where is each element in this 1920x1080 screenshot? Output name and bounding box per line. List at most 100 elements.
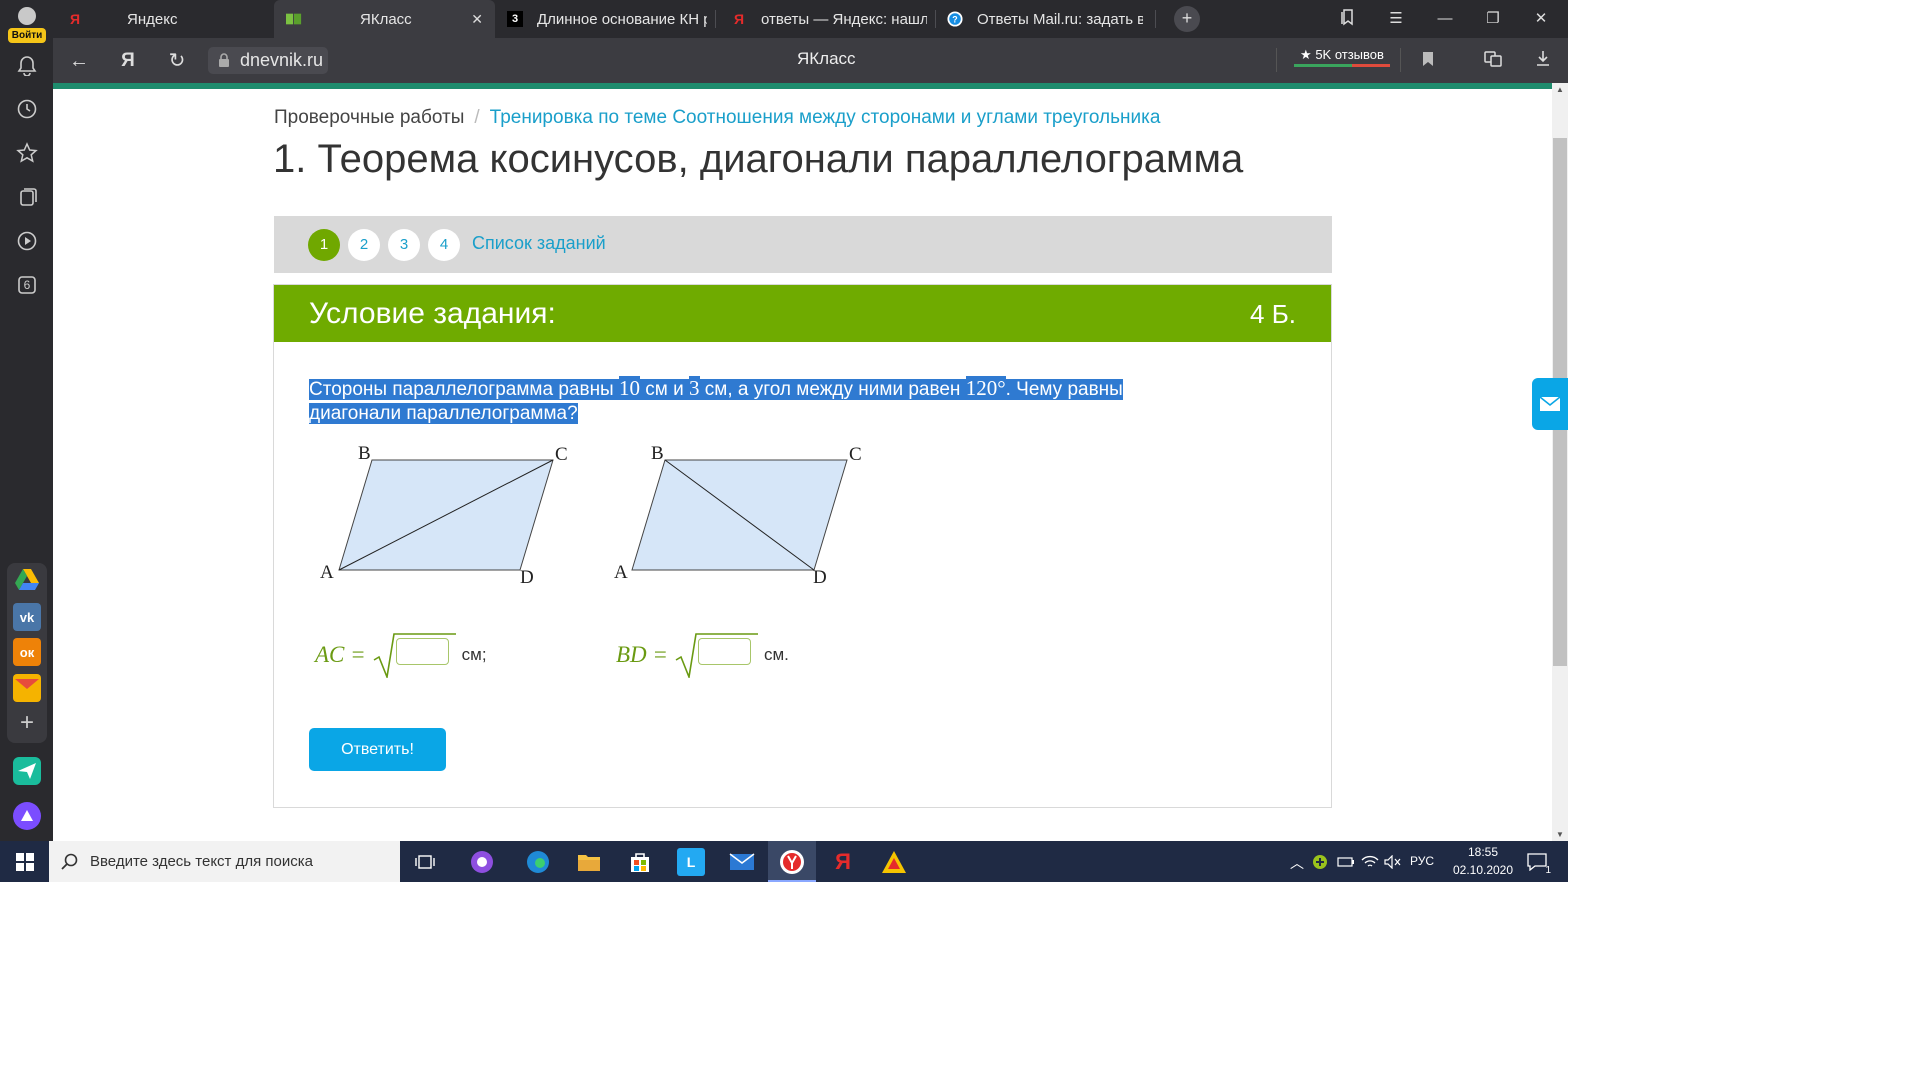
windows-start-icon[interactable] bbox=[11, 848, 39, 876]
vertex-label: A bbox=[614, 562, 628, 583]
tray-chevron-icon[interactable]: ︿ bbox=[1290, 853, 1304, 873]
scroll-up-icon[interactable]: ▲ bbox=[1555, 85, 1565, 94]
edge-icon[interactable] bbox=[524, 848, 552, 876]
bookmark-icon[interactable] bbox=[1416, 49, 1440, 73]
vk-icon[interactable]: vk bbox=[13, 603, 41, 631]
submit-answer-button[interactable]: Ответить! bbox=[309, 728, 446, 771]
taskbar-search[interactable]: Введите здесь текст для поиска bbox=[49, 841, 400, 882]
close-window-icon[interactable]: ✕ bbox=[1529, 8, 1553, 30]
step-2[interactable]: 2 bbox=[348, 229, 380, 261]
minimize-icon[interactable]: — bbox=[1433, 8, 1457, 30]
clock-date[interactable]: 02.10.2020 bbox=[1448, 863, 1518, 877]
answer-lhs: AC = bbox=[315, 642, 366, 667]
reload-icon[interactable]: ↻ bbox=[165, 49, 189, 73]
battery-icon[interactable] bbox=[1336, 848, 1356, 876]
task-header: Условие задания: 4 Б. bbox=[274, 285, 1331, 342]
step-1[interactable]: 1 bbox=[308, 229, 340, 261]
page-scrollbar[interactable]: ▲ ▼ bbox=[1552, 83, 1568, 841]
add-app-icon[interactable]: + bbox=[13, 709, 41, 737]
tab-label: Яндекс bbox=[127, 10, 178, 28]
vertex-label: C bbox=[555, 445, 568, 465]
new-tab-button[interactable]: + bbox=[1174, 6, 1200, 32]
translate-icon[interactable] bbox=[1481, 49, 1505, 73]
search-icon bbox=[61, 853, 78, 870]
bookmarks-panel-icon[interactable] bbox=[1336, 8, 1360, 30]
mail-app-icon[interactable] bbox=[13, 674, 41, 702]
svg-text:?: ? bbox=[952, 15, 957, 25]
restore-icon[interactable]: ❐ bbox=[1481, 8, 1505, 30]
tab-znanija[interactable]: 3 Длинное основание КН р bbox=[507, 0, 707, 38]
address-bar: ← Я ↻ dnevnik.ru ЯКласс ★ 5K отзывов bbox=[53, 38, 1568, 83]
side-value: 3 bbox=[689, 376, 700, 400]
odnoklassniki-icon[interactable]: ок bbox=[13, 638, 41, 666]
windows-taskbar: Введите здесь текст для поиска L Я ︿ РУС… bbox=[0, 841, 1568, 882]
clock-time[interactable]: 18:55 bbox=[1448, 845, 1518, 859]
answer-lhs: BD = bbox=[616, 642, 668, 667]
question-part: см и bbox=[640, 379, 690, 400]
breadcrumb: Проверочные работы / Тренировка по теме Со… bbox=[274, 107, 1160, 129]
cortana-icon[interactable] bbox=[468, 848, 496, 876]
question-text: Стороны параллелограмма равны 10 см и 3 … bbox=[309, 376, 1209, 426]
language-indicator[interactable]: РУС bbox=[1410, 854, 1434, 868]
notifications-counter-icon[interactable]: 6 bbox=[14, 272, 40, 298]
breadcrumb-parent[interactable]: Проверочные работы bbox=[274, 107, 464, 128]
browser-sidebar: Войти 6 vk ок + bbox=[0, 0, 53, 841]
menu-icon[interactable]: ☰ bbox=[1384, 8, 1408, 30]
scroll-down-icon[interactable]: ▼ bbox=[1555, 830, 1565, 839]
task-list-link[interactable]: Список заданий bbox=[472, 233, 606, 254]
star-icon[interactable] bbox=[14, 140, 40, 166]
yandex-icon[interactable]: Я bbox=[829, 848, 857, 876]
tab-mailru-answers[interactable]: ? Ответы Mail.ru: задать во bbox=[947, 0, 1143, 38]
volume-muted-icon[interactable] bbox=[1383, 848, 1403, 876]
tab-yandex-search[interactable]: Я ответы — Яндекс: нашлос bbox=[731, 0, 927, 38]
yandex-browser-icon[interactable] bbox=[778, 848, 806, 876]
notifications-count: 6 bbox=[23, 278, 31, 292]
question-part: Стороны параллелограмма равны bbox=[309, 379, 619, 400]
page-content: Проверочные работы / Тренировка по теме Со… bbox=[53, 89, 1552, 841]
tab-label: ЯКласс bbox=[360, 10, 412, 28]
action-center-icon[interactable]: 1 bbox=[1523, 848, 1551, 876]
parallelogram-figures: B C A D B C A D bbox=[314, 443, 874, 610]
collections-icon[interactable] bbox=[14, 184, 40, 210]
history-icon[interactable] bbox=[14, 96, 40, 122]
yandex-home-icon[interactable]: Я bbox=[116, 49, 140, 73]
page-title-in-bar: ЯКласс bbox=[797, 49, 856, 68]
messenger-icon[interactable] bbox=[13, 757, 41, 785]
download-icon[interactable] bbox=[1531, 49, 1555, 73]
tray-green-plus-icon[interactable] bbox=[1310, 848, 1330, 876]
store-icon[interactable] bbox=[626, 848, 654, 876]
warning-app-icon[interactable] bbox=[880, 848, 908, 876]
back-icon[interactable]: ← bbox=[67, 49, 91, 73]
taskbar-search-placeholder: Введите здесь текст для поиска bbox=[90, 853, 313, 870]
envelope-icon bbox=[1539, 396, 1561, 411]
wifi-icon[interactable] bbox=[1360, 848, 1380, 876]
feedback-mail-button[interactable] bbox=[1532, 378, 1568, 430]
mail-icon[interactable] bbox=[728, 848, 756, 876]
tab-separator bbox=[715, 10, 716, 28]
reviews-badge[interactable]: ★ 5K отзывов bbox=[1294, 45, 1390, 67]
profile-button[interactable]: Войти bbox=[8, 4, 46, 43]
task-view-icon[interactable] bbox=[411, 848, 439, 876]
url-field[interactable]: dnevnik.ru bbox=[208, 47, 328, 74]
task-steps-bar: 1 2 3 4 Список заданий bbox=[274, 216, 1332, 273]
play-icon[interactable] bbox=[14, 228, 40, 254]
close-tab-icon[interactable]: ✕ bbox=[471, 11, 483, 28]
l-app-icon[interactable]: L bbox=[677, 848, 705, 876]
tab-separator bbox=[1155, 10, 1156, 28]
breadcrumb-current[interactable]: Тренировка по теме Соотношения между сто… bbox=[490, 107, 1161, 128]
step-4[interactable]: 4 bbox=[428, 229, 460, 261]
answer-bd-input[interactable] bbox=[697, 638, 751, 665]
vertex-label: B bbox=[651, 445, 664, 464]
page-title: 1. Теорема косинусов, диагонали параллел… bbox=[273, 137, 1244, 181]
avatar-icon bbox=[18, 7, 36, 25]
yaklass-icon bbox=[286, 11, 302, 27]
tab-yandex[interactable]: Я Яндекс bbox=[67, 0, 271, 38]
tab-yaklass[interactable]: ЯКласс ✕ bbox=[274, 0, 495, 38]
bell-icon[interactable] bbox=[14, 52, 40, 78]
file-explorer-icon[interactable] bbox=[575, 848, 603, 876]
answer-unit: см; bbox=[461, 645, 487, 664]
alice-icon[interactable] bbox=[13, 802, 41, 830]
google-drive-icon[interactable] bbox=[13, 566, 41, 594]
step-3[interactable]: 3 bbox=[388, 229, 420, 261]
answer-ac-input[interactable] bbox=[395, 638, 449, 665]
